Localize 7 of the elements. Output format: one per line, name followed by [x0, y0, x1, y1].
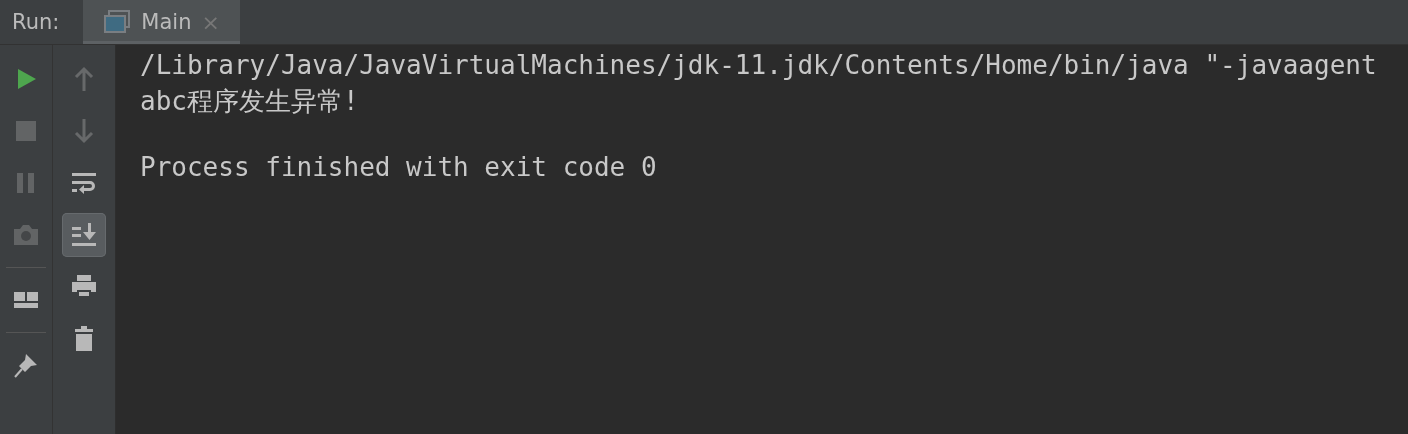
- scroll-to-end-icon[interactable]: [62, 213, 106, 257]
- window-icon: [103, 9, 132, 35]
- exit-message: Process finished with exit code 0: [140, 151, 657, 184]
- console-output-line: abc程序发生异常!: [140, 85, 359, 118]
- run-label: Run:: [11, 9, 61, 36]
- tab[interactable]: Main ×: [83, 0, 240, 44]
- console-output-line: /Library/Java/JavaVirtualMachines/jdk-11.jdk/Contents/Home/bin/java "-javaagent: [140, 49, 1377, 82]
